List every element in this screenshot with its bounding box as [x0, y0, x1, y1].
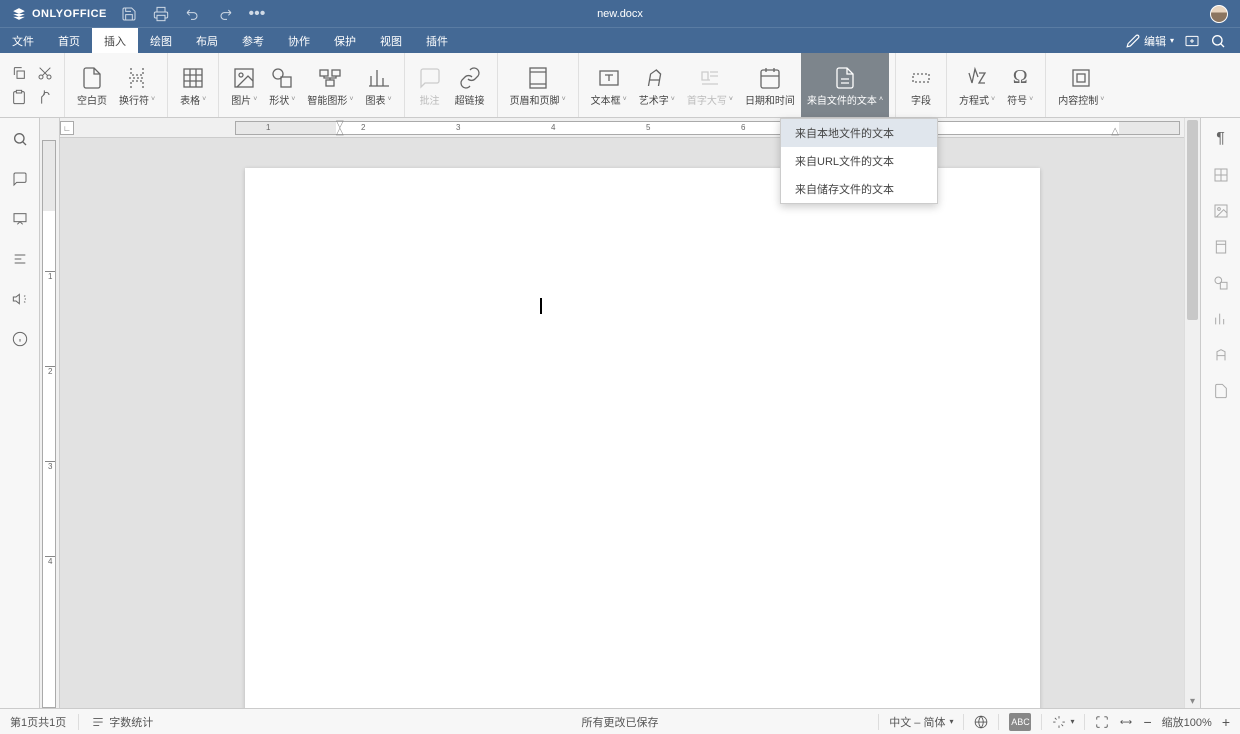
left-panel [0, 118, 40, 708]
dropdown-storage-file[interactable]: 来自储存文件的文本 [781, 175, 937, 203]
field-button[interactable]: 字段 [902, 53, 940, 117]
find-icon[interactable] [11, 130, 29, 148]
header-settings-icon[interactable] [1212, 238, 1230, 256]
format-painter-icon[interactable] [36, 88, 54, 106]
vertical-ruler[interactable]: 1 2 3 4 [40, 118, 60, 708]
paste-icon[interactable] [10, 88, 28, 106]
image-button[interactable]: 图片˅ [225, 53, 263, 117]
edit-mode-button[interactable]: 编辑 ▾ [1126, 33, 1174, 49]
page-break-button[interactable]: 换行符˅ [113, 53, 161, 117]
headings-icon[interactable] [11, 250, 29, 268]
shape-button[interactable]: 形状˅ [263, 53, 301, 117]
text-cursor [540, 298, 542, 314]
dropdown-local-file[interactable]: 来自本地文件的文本 [781, 119, 937, 147]
hyperlink-button[interactable]: 超链接 [449, 53, 491, 117]
datetime-button[interactable]: 日期和时间 [739, 53, 801, 117]
menu-protect[interactable]: 保护 [322, 28, 368, 53]
more-icon[interactable]: ••• [247, 4, 267, 24]
paragraph-icon[interactable]: ¶ [1212, 130, 1230, 148]
document-page[interactable] [245, 168, 1040, 708]
shape-settings-icon[interactable] [1212, 274, 1230, 292]
document-title: new.docx [597, 8, 643, 20]
symbol-button[interactable]: Ω符号˅ [1001, 53, 1039, 117]
menubar: 文件 首页 插入 绘图 布局 参考 协作 保护 视图 插件 编辑 ▾ [0, 27, 1240, 53]
page-indicator[interactable]: 第1页共1页 [10, 714, 66, 730]
search-icon[interactable] [1210, 33, 1226, 49]
editor-area: 1 2 3 4 ∟ ▽ △ 1 2 3 4 5 6 7 △ [40, 118, 1200, 708]
statusbar: 第1页共1页 字数统计 所有更改已保存 中文 – 简体 ▾ ABC ▾ − 缩放… [0, 708, 1240, 734]
scroll-thumb[interactable] [1187, 120, 1198, 320]
horizontal-ruler[interactable]: ∟ ▽ △ 1 2 3 4 5 6 7 △ [60, 118, 1200, 138]
wordcount-button[interactable]: 字数统计 [91, 714, 153, 730]
header-footer-button[interactable]: 页眉和页脚˅ [504, 53, 572, 117]
about-icon[interactable] [11, 330, 29, 348]
smartart-button[interactable]: 智能图形˅ [301, 53, 359, 117]
chart-settings-icon[interactable] [1212, 310, 1230, 328]
vertical-scrollbar[interactable]: ▴ ▾ [1184, 118, 1200, 708]
text-from-file-dropdown: 来自本地文件的文本 来自URL文件的文本 来自储存文件的文本 [780, 118, 938, 204]
form-settings-icon[interactable] [1212, 382, 1230, 400]
menu-references[interactable]: 参考 [230, 28, 276, 53]
table-button[interactable]: 表格˅ [174, 53, 212, 117]
textbox-button[interactable]: 文本框˅ [585, 53, 633, 117]
app-logo[interactable]: ONLYOFFICE [12, 7, 107, 21]
fit-page-icon[interactable] [1095, 715, 1109, 729]
open-location-icon[interactable] [1184, 33, 1200, 49]
blank-page-button[interactable]: 空白页 [71, 53, 113, 117]
menu-draw[interactable]: 绘图 [138, 28, 184, 53]
comment-button[interactable]: 批注 [411, 53, 449, 117]
fit-width-icon[interactable] [1119, 715, 1133, 729]
insert-toolbar: 空白页 换行符˅ 表格˅ 图片˅ 形状˅ 智能图形˅ 图表˅ 批注 超链接 页眉… [0, 53, 1240, 118]
cut-icon[interactable] [36, 64, 54, 82]
content-control-button[interactable]: 内容控制˅ [1052, 53, 1110, 117]
app-name: ONLYOFFICE [32, 8, 107, 20]
table-settings-icon[interactable] [1212, 166, 1230, 184]
menu-layout[interactable]: 布局 [184, 28, 230, 53]
scroll-down-icon[interactable]: ▾ [1185, 694, 1200, 708]
globe-icon[interactable] [974, 715, 988, 729]
dropcap-button[interactable]: 首字大写˅ [681, 53, 739, 117]
menu-collab[interactable]: 协作 [276, 28, 322, 53]
titlebar: ONLYOFFICE ••• new.docx [0, 0, 1240, 27]
spellcheck-icon[interactable]: ABC [1009, 713, 1031, 731]
image-settings-icon[interactable] [1212, 202, 1230, 220]
undo-icon[interactable] [183, 4, 203, 24]
chart-button[interactable]: 图表˅ [359, 53, 397, 117]
dropdown-url-file[interactable]: 来自URL文件的文本 [781, 147, 937, 175]
menu-insert[interactable]: 插入 [92, 28, 138, 53]
menu-home[interactable]: 首页 [46, 28, 92, 53]
copy-icon[interactable] [10, 64, 28, 82]
user-avatar[interactable] [1210, 5, 1228, 23]
save-icon[interactable] [119, 4, 139, 24]
save-status: 所有更改已保存 [582, 714, 659, 730]
print-icon[interactable] [151, 4, 171, 24]
comments-icon[interactable] [11, 170, 29, 188]
menu-view[interactable]: 视图 [368, 28, 414, 53]
text-from-file-button[interactable]: 来自文件的文本˄ [801, 53, 889, 117]
textart-settings-icon[interactable] [1212, 346, 1230, 364]
right-panel: ¶ [1200, 118, 1240, 708]
menu-plugins[interactable]: 插件 [414, 28, 460, 53]
zoom-in-icon[interactable]: + [1222, 714, 1230, 730]
language-button[interactable]: 中文 – 简体 ▾ [889, 714, 953, 730]
equation-button[interactable]: 方程式˅ [953, 53, 1001, 117]
feedback-icon[interactable] [11, 290, 29, 308]
track-changes-icon[interactable]: ▾ [1052, 715, 1074, 729]
redo-icon[interactable] [215, 4, 235, 24]
zoom-level[interactable]: 缩放100% [1162, 714, 1212, 730]
wordart-button[interactable]: 艺术字˅ [633, 53, 681, 117]
zoom-out-icon[interactable]: − [1143, 714, 1151, 730]
workspace: 1 2 3 4 ∟ ▽ △ 1 2 3 4 5 6 7 △ [0, 118, 1240, 708]
menu-file[interactable]: 文件 [0, 28, 46, 53]
chat-icon[interactable] [11, 210, 29, 228]
